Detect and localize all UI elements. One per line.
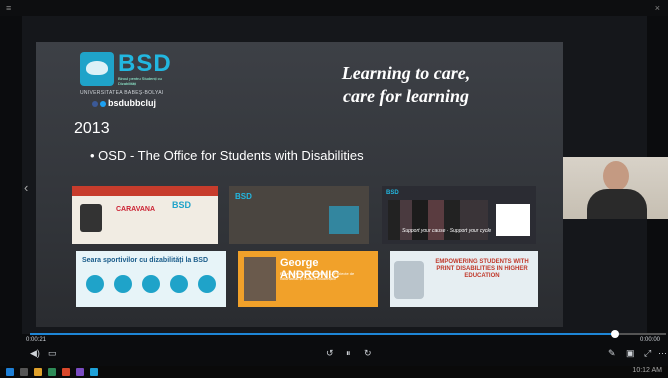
thumbnail-caravana: CARAVANA BSD [72, 186, 218, 244]
window-top-bar: ≡ × [0, 0, 668, 16]
thumbnail-speaker: George ANDRONIC Prezintă studii despre B… [238, 251, 378, 307]
thumbnail-empowering: EMPOWERING STUDENTS WITH PRINT DISABILIT… [390, 251, 538, 307]
time-remaining: 0:00:00 [640, 337, 661, 343]
thumbnail-badge: BSD [172, 200, 192, 210]
more-icon[interactable]: ⋯ [658, 348, 667, 359]
thumbnail-label: Seara sportivilor cu dizabilități la BSD [82, 257, 209, 264]
participant-body [587, 189, 647, 219]
start-icon[interactable] [6, 368, 14, 376]
thumbnail-label: BSD [235, 192, 252, 201]
progress-bar-track[interactable] [615, 333, 666, 335]
tagline-line-2: care for learning [343, 86, 469, 106]
time-elapsed: 0:00:21 [26, 337, 47, 343]
volume-icon[interactable]: ◀) [30, 348, 40, 359]
window-close-icon[interactable]: × [655, 3, 660, 13]
thumbnail-motto: Support your cause · Support your cycle [402, 228, 492, 234]
rewind-icon[interactable]: ↺ [326, 348, 334, 359]
picture-in-picture-icon[interactable]: ▣ [626, 348, 635, 359]
thumbnail-team: BSD Support your cause · Support your cy… [382, 186, 536, 244]
facebook-icon [92, 100, 98, 107]
slide-bullet: • OSD - The Office for Students with Dis… [90, 148, 364, 163]
thumbnail-graphic [329, 206, 359, 234]
progress-bar-played[interactable] [30, 333, 615, 335]
os-taskbar: 10:12 AM [0, 366, 668, 378]
app-icon[interactable] [76, 368, 84, 376]
sport-icon [170, 275, 188, 293]
window-menu-icon[interactable]: ≡ [6, 3, 11, 13]
pen-icon[interactable]: ✎ [608, 348, 616, 359]
thumbnail-label: BSD [386, 190, 399, 196]
file-explorer-icon[interactable] [34, 368, 42, 376]
progress-knob[interactable] [611, 330, 619, 338]
social-handle: bsdubbcluj [92, 98, 156, 108]
sport-icon [86, 275, 104, 293]
gear-graphic-icon [394, 261, 424, 299]
tagline-line-1: Learning to care, [341, 63, 471, 83]
university-name: UNIVERSITATEA BABEȘ-BOLYAI [80, 90, 164, 96]
search-icon[interactable] [20, 368, 28, 376]
thumbnail-workshop: BSD [229, 186, 369, 244]
brand-subtitle: Biroul pentru Studenți cu Dizabilități [118, 76, 162, 86]
play-pause-icon[interactable]: ⏸ [346, 348, 351, 359]
app-icon[interactable] [48, 368, 56, 376]
app-icon[interactable] [90, 368, 98, 376]
taskbar-clock: 10:12 AM [632, 367, 662, 374]
team-photo [388, 200, 488, 240]
thumbnail-sports-night: Seara sportivilor cu dizabilități la BSD [76, 251, 226, 307]
previous-arrow-icon[interactable]: ‹ [24, 180, 28, 195]
thumbnail-label: CARAVANA [116, 206, 156, 213]
captions-icon[interactable]: ▭ [48, 348, 57, 359]
twitter-icon [100, 100, 106, 107]
fullscreen-icon[interactable]: ⤢ [644, 348, 651, 359]
bsd-logo-icon [80, 52, 114, 86]
thumbnail-subtitle: Prezintă studii despre BSD — Proiecte de… [280, 271, 355, 281]
tagline: Learning to care, care for learning [306, 62, 506, 108]
slide-year: 2013 [74, 120, 110, 137]
social-handle-text: bsdubbcluj [108, 98, 156, 108]
thumbnail-header-bar [72, 186, 218, 196]
participant-webcam[interactable] [563, 157, 668, 219]
sport-icon [142, 275, 160, 293]
brand-name: BSD [118, 50, 172, 77]
thumbnail-card [496, 204, 530, 236]
sport-icon [198, 275, 216, 293]
thumbnail-label: EMPOWERING STUDENTS WITH PRINT DISABILIT… [435, 259, 529, 279]
camera-icon [80, 204, 102, 232]
presentation-slide: BSD Biroul pentru Studenți cu Dizabilită… [36, 42, 563, 327]
speaker-photo [244, 257, 276, 301]
participant-head [603, 161, 629, 191]
app-icon[interactable] [62, 368, 70, 376]
sport-icon [114, 275, 132, 293]
forward-icon[interactable]: ↻ [364, 348, 372, 359]
